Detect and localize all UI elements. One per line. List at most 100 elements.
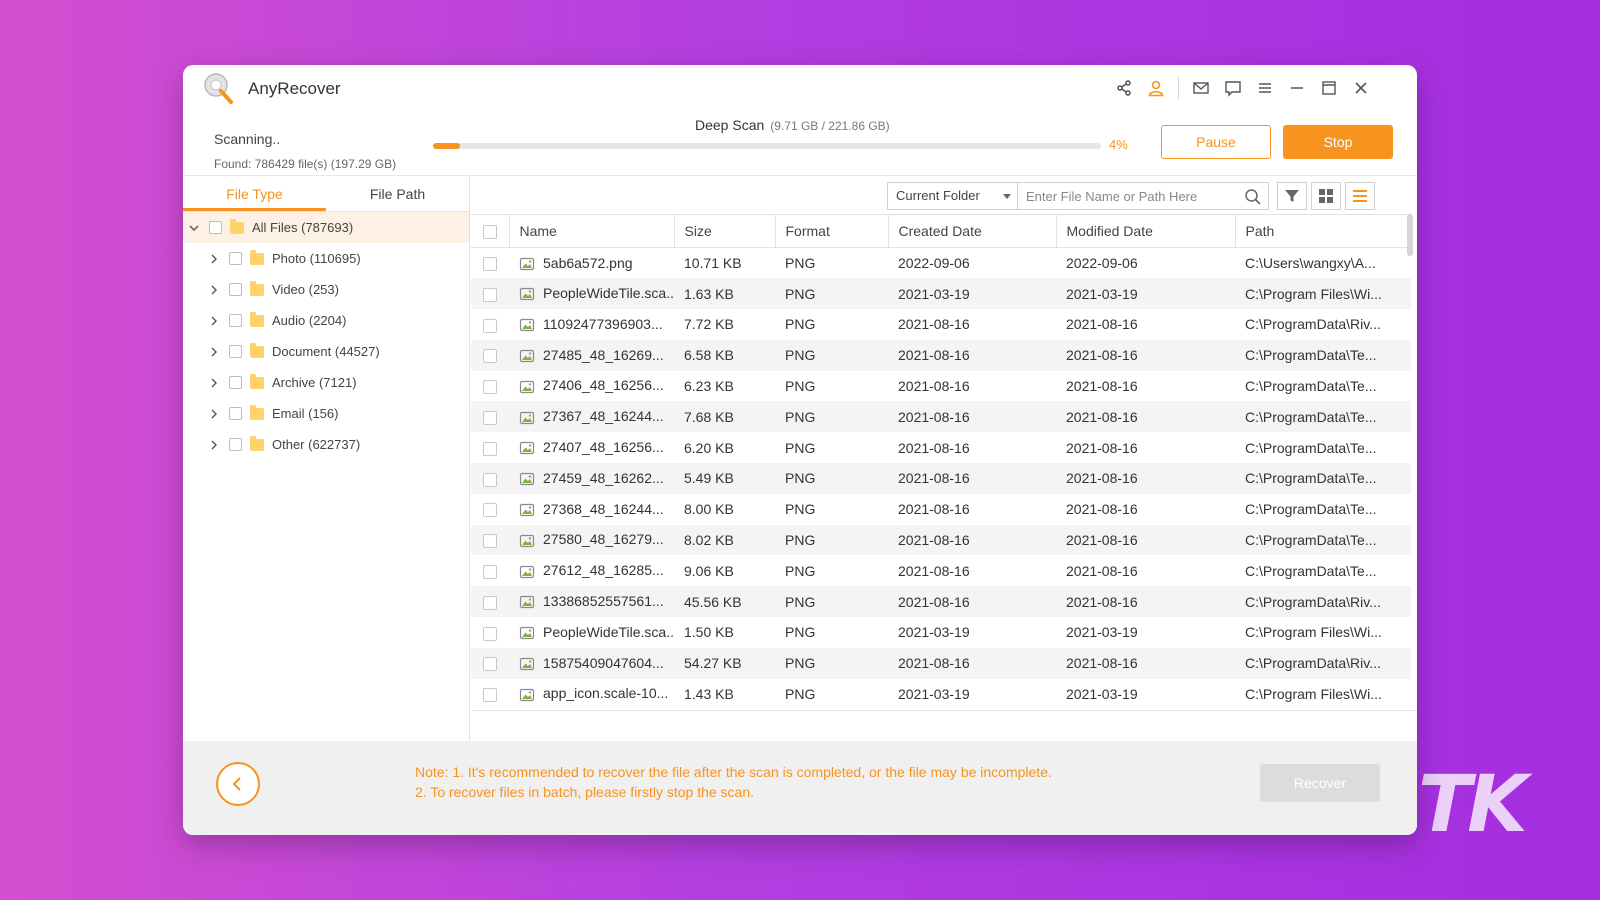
chevron-down-icon[interactable] [187,223,201,233]
file-name-cell: 27612_48_16285... [509,555,674,586]
table-row[interactable]: PeopleWideTile.sca... 1.50 KB PNG 2021-03-1… [471,617,1411,648]
back-button[interactable] [216,762,260,806]
tree-item-photo[interactable]: Photo (110695) [183,243,469,274]
created-date-cell: 2021-08-16 [888,371,1056,402]
grid-view-button[interactable] [1311,182,1341,210]
checkbox[interactable] [229,407,242,420]
scan-found-count: Found: 786429 file(s) (197.29 GB) [214,157,397,171]
row-checkbox[interactable] [483,287,497,302]
file-size-cell: 8.00 KB [674,494,775,525]
checkbox[interactable] [229,345,242,358]
row-checkbox[interactable] [483,565,497,580]
chevron-right-icon[interactable] [207,440,221,450]
file-path-cell: C:\Program Files\Wi... [1235,617,1411,648]
close-icon[interactable] [1345,75,1377,101]
file-format-text: PNG [785,593,816,610]
tab-file-type[interactable]: File Type [183,176,326,211]
chevron-right-icon[interactable] [207,316,221,326]
checkbox[interactable] [229,438,242,451]
table-row[interactable]: 5ab6a572.png 10.71 KB PNG 2022-09-06 2022-09… [471,248,1411,279]
tree-item-other[interactable]: Other (622737) [183,429,469,460]
checkbox[interactable] [229,283,242,296]
tree-item-audio[interactable]: Audio (2204) [183,305,469,336]
table-row[interactable]: 27368_48_16244... 8.00 KB PNG 2021-08-16 202… [471,494,1411,525]
table-row[interactable]: 27612_48_16285... 9.06 KB PNG 2021-08-16 202… [471,555,1411,586]
row-checkbox[interactable] [483,411,497,426]
row-checkbox[interactable] [483,349,497,364]
row-checkbox[interactable] [483,534,497,549]
chevron-right-icon[interactable] [207,409,221,419]
chevron-right-icon[interactable] [207,285,221,295]
table-row[interactable]: 27580_48_16279... 8.02 KB PNG 2021-08-16 202… [471,524,1411,556]
column-header-created-date[interactable]: Created Date [887,214,1056,248]
chevron-right-icon[interactable] [207,347,221,357]
checkbox[interactable] [229,252,242,265]
table-row[interactable]: 27406_48_16256... 6.23 KB PNG 2021-08-16 202… [471,371,1411,402]
table-row[interactable]: app_icon.scale-10... 1.43 KB PNG 2021-03-19… [471,679,1411,710]
tree-item-video[interactable]: Video (253) [183,274,469,305]
created-date-cell: 2021-08-16 [888,648,1056,679]
file-name-text: app_icon.scale-10... [543,685,669,702]
minimize-icon[interactable] [1281,75,1313,101]
column-header-size[interactable]: Size [673,214,775,248]
account-icon[interactable] [1140,75,1172,101]
recover-button[interactable]: Recover [1260,764,1380,802]
column-header-path[interactable]: Path [1234,214,1411,248]
row-checkbox[interactable] [483,595,497,610]
pause-button[interactable]: Pause [1161,125,1271,159]
created-date-cell: 2021-08-16 [888,463,1056,494]
row-checkbox[interactable] [483,688,497,703]
select-all-checkbox[interactable] [482,225,497,240]
modified-date-cell: 2022-09-06 [1056,248,1235,279]
scope-dropdown[interactable]: Current Folder [887,182,1017,210]
column-header-modified-date[interactable]: Modified Date [1055,214,1235,248]
created-date-text: 2022-09-06 [898,255,970,272]
search-input[interactable] [1018,183,1228,209]
stop-button[interactable]: Stop [1283,125,1393,159]
tab-file-path[interactable]: File Path [326,176,469,211]
row-checkbox[interactable] [483,472,497,487]
table-row[interactable]: 27459_48_16262... 5.49 KB PNG 2021-08-16 202… [471,463,1411,494]
checkbox[interactable] [229,314,242,327]
table-row[interactable]: 27367_48_16244... 7.68 KB PNG 2021-08-16 202… [471,401,1411,433]
tree-item-document[interactable]: Document (44527) [183,336,469,367]
file-size-text: 45.56 KB [684,593,742,610]
column-header-format[interactable]: Format [774,214,888,248]
menu-icon[interactable] [1249,75,1281,101]
table-row[interactable]: 27407_48_16256... 6.20 KB PNG 2021-08-16 202… [471,432,1411,463]
row-checkbox[interactable] [483,257,497,272]
tree-item-archive[interactable]: Archive (7121) [183,367,469,398]
table-row[interactable]: 11092477396903... 7.72 KB PNG 2021-08-16 202… [471,309,1411,340]
row-checkbox[interactable] [483,503,497,518]
file-format-cell: PNG [775,278,888,309]
table-row[interactable]: 27485_48_16269... 6.58 KB PNG 2021-08-16 202… [471,339,1411,371]
table-row[interactable]: PeopleWideTile.sca... 1.63 KB PNG 2021-03-1… [471,278,1411,310]
filter-button[interactable] [1277,182,1307,210]
maximize-icon[interactable] [1313,75,1345,101]
row-checkbox[interactable] [483,318,497,333]
view-tabs: File Type File Path [183,176,469,212]
table-scrollbar[interactable] [1407,214,1413,256]
tree-item-all-files[interactable]: All Files (787693) [183,212,469,243]
file-size-cell: 5.49 KB [674,463,775,494]
chevron-right-icon[interactable] [207,254,221,264]
list-view-button[interactable] [1345,182,1375,210]
chevron-right-icon[interactable] [207,378,221,388]
row-checkbox[interactable] [483,657,497,672]
row-checkbox[interactable] [483,626,497,641]
table-row[interactable]: 13386852557561... 45.56 KB PNG 2021-08-16 20… [471,586,1411,618]
checkbox[interactable] [229,376,242,389]
file-size-text: 1.43 KB [684,686,734,703]
search-icon[interactable] [1244,188,1262,206]
column-header-name[interactable]: Name [508,214,674,248]
created-date-cell: 2021-08-16 [888,525,1056,556]
table-row[interactable]: 15875409047604... 54.27 KB PNG 2021-08-16 20… [471,647,1411,679]
checkbox[interactable] [209,221,222,234]
mail-icon[interactable] [1185,75,1217,101]
row-checkbox[interactable] [483,380,497,395]
row-checkbox[interactable] [483,441,497,456]
file-list-panel: Current Folder Enter File Name or Path H… [471,175,1417,740]
share-icon[interactable] [1108,75,1140,101]
tree-item-email[interactable]: Email (156) [183,398,469,429]
feedback-icon[interactable] [1217,75,1249,101]
